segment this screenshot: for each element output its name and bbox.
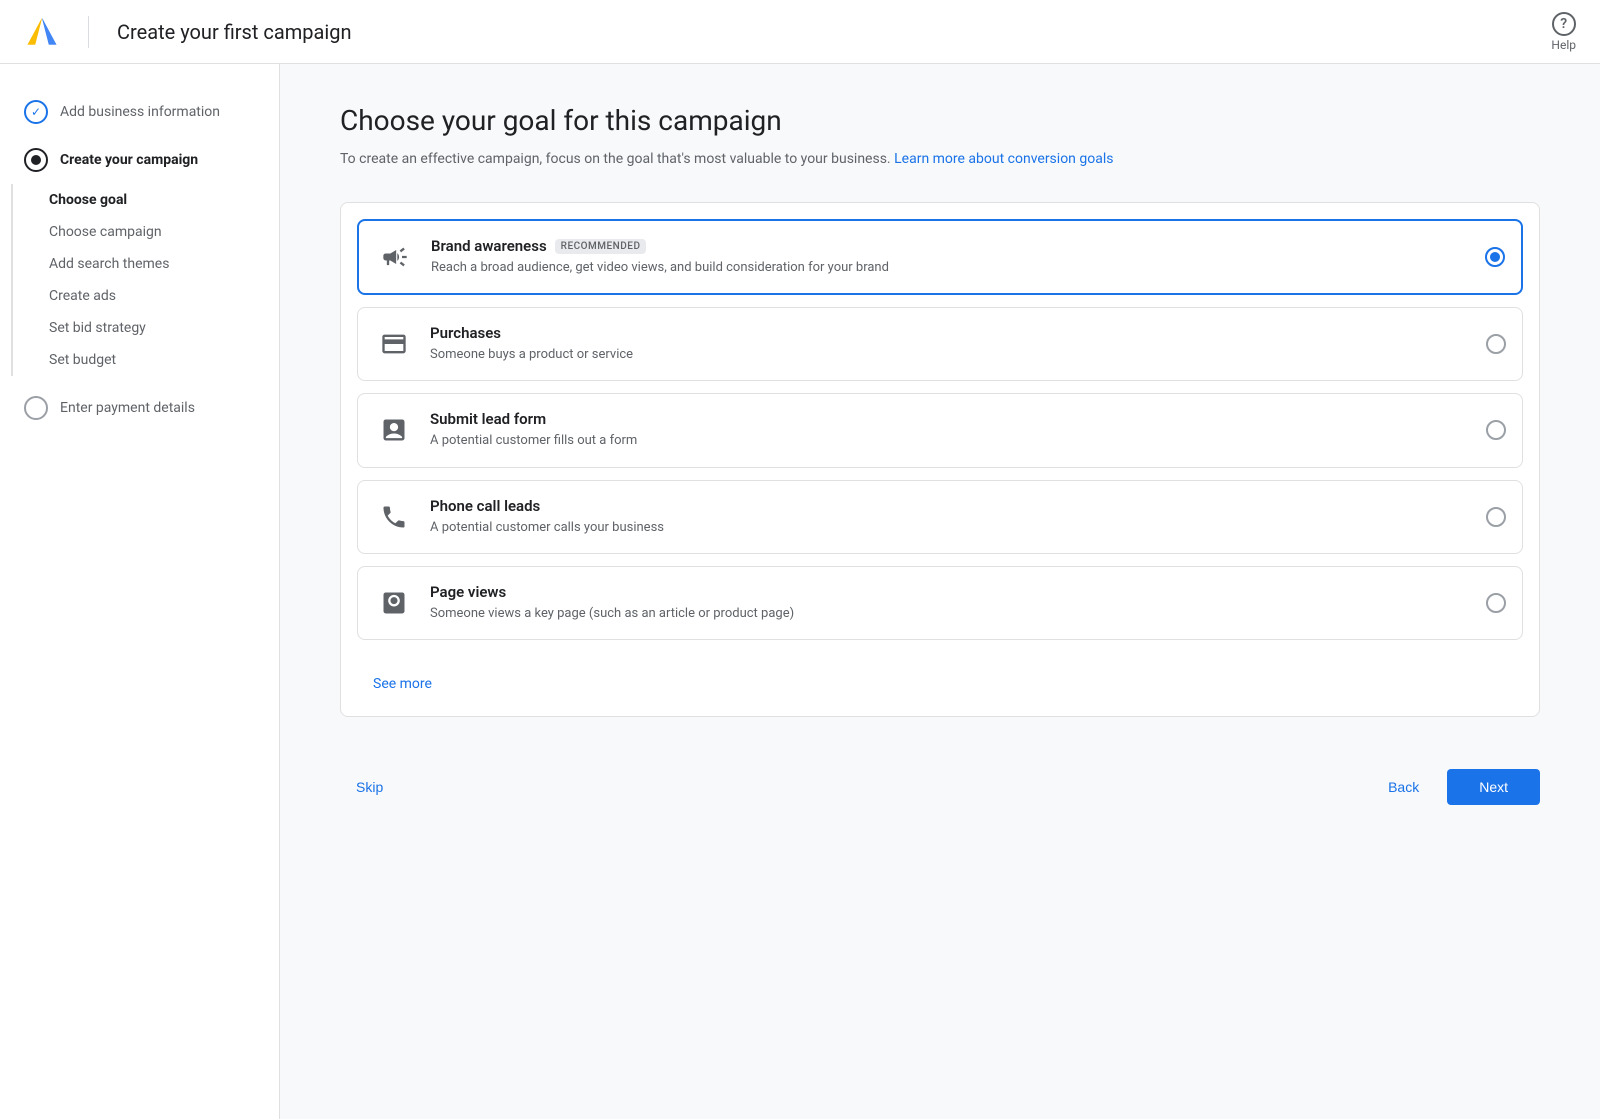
sidebar: ✓ Add business information Create your c… [0,64,280,1119]
learn-more-link[interactable]: Learn more about conversion goals [894,151,1113,167]
brand-awareness-title: Brand awareness RECOMMENDED [431,237,1469,255]
footer-right: Back Next [1372,769,1540,805]
step-icon-create-campaign [24,148,48,172]
sidebar-item-create-campaign[interactable]: Create your campaign [0,136,279,184]
goal-option-submit-lead-form[interactable]: Submit lead form A potential customer fi… [357,393,1523,467]
header: Create your first campaign ? Help [0,0,1600,64]
help-label: Help [1551,38,1576,52]
header-title: Create your first campaign [117,20,352,44]
goal-options-container: Brand awareness RECOMMENDED Reach a broa… [340,202,1540,717]
phone-call-leads-desc: A potential customer calls your business [430,519,1470,537]
purchases-desc: Someone buys a product or service [430,346,1470,364]
sidebar-sub-item-choose-campaign[interactable]: Choose campaign [13,216,279,248]
page-views-radio[interactable] [1486,593,1506,613]
purchases-icon [374,324,414,364]
submit-lead-form-icon [374,410,414,450]
sidebar-label-create-campaign: Create your campaign [60,152,198,168]
page-views-text: Page views Someone views a key page (suc… [430,583,1470,623]
phone-call-leads-text: Phone call leads A potential customer ca… [430,497,1470,537]
submit-lead-form-radio[interactable] [1486,420,1506,440]
see-more-link[interactable]: See more [357,668,448,700]
sidebar-label-enter-payment: Enter payment details [60,400,195,416]
recommended-badge: RECOMMENDED [555,239,647,254]
logo-area: Create your first campaign [24,14,352,50]
submit-lead-form-title: Submit lead form [430,410,1470,428]
page-views-desc: Someone views a key page (such as an art… [430,605,1470,623]
help-button[interactable]: ? Help [1551,12,1576,52]
submit-lead-form-text: Submit lead form A potential customer fi… [430,410,1470,450]
purchases-text: Purchases Someone buys a product or serv… [430,324,1470,364]
step-icon-enter-payment [24,396,48,420]
next-button[interactable]: Next [1447,769,1540,805]
submit-lead-form-desc: A potential customer fills out a form [430,432,1470,450]
radio-inner [1490,252,1500,262]
skip-button[interactable]: Skip [340,771,399,803]
goal-option-purchases[interactable]: Purchases Someone buys a product or serv… [357,307,1523,381]
purchases-title: Purchases [430,324,1470,342]
back-button[interactable]: Back [1372,771,1435,803]
step-icon-add-business: ✓ [24,100,48,124]
brand-awareness-desc: Reach a broad audience, get video views,… [431,259,1469,277]
brand-awareness-icon [375,237,415,277]
sidebar-sub-item-set-bid-strategy[interactable]: Set bid strategy [13,312,279,344]
sidebar-item-add-business[interactable]: ✓ Add business information [0,88,279,136]
help-icon: ? [1552,12,1576,36]
phone-call-leads-icon [374,497,414,537]
brand-awareness-radio[interactable] [1485,247,1505,267]
sidebar-sub-item-add-search-themes[interactable]: Add search themes [13,248,279,280]
sidebar-label-add-business: Add business information [60,104,220,120]
page-views-title: Page views [430,583,1470,601]
sidebar-sub-section: Choose goal Choose campaign Add search t… [11,184,279,376]
brand-awareness-text: Brand awareness RECOMMENDED Reach a broa… [431,237,1469,277]
page-subtitle: To create an effective campaign, focus o… [340,149,1540,170]
page-views-icon [374,583,414,623]
goal-option-page-views[interactable]: Page views Someone views a key page (suc… [357,566,1523,640]
purchases-radio[interactable] [1486,334,1506,354]
goal-option-brand-awareness[interactable]: Brand awareness RECOMMENDED Reach a broa… [357,219,1523,295]
sidebar-item-enter-payment[interactable]: Enter payment details [0,384,279,432]
sidebar-sub-item-choose-goal[interactable]: Choose goal [13,184,279,216]
goal-option-phone-call-leads[interactable]: Phone call leads A potential customer ca… [357,480,1523,554]
main-content: Choose your goal for this campaign To cr… [280,64,1600,1119]
header-divider [88,16,89,48]
phone-call-leads-title: Phone call leads [430,497,1470,515]
sidebar-sub-item-create-ads[interactable]: Create ads [13,280,279,312]
google-ads-logo [24,14,60,50]
sidebar-sub-item-set-budget[interactable]: Set budget [13,344,279,376]
phone-call-leads-radio[interactable] [1486,507,1506,527]
page-title: Choose your goal for this campaign [340,104,1540,137]
footer: Skip Back Next [340,749,1540,825]
main-layout: ✓ Add business information Create your c… [0,64,1600,1119]
